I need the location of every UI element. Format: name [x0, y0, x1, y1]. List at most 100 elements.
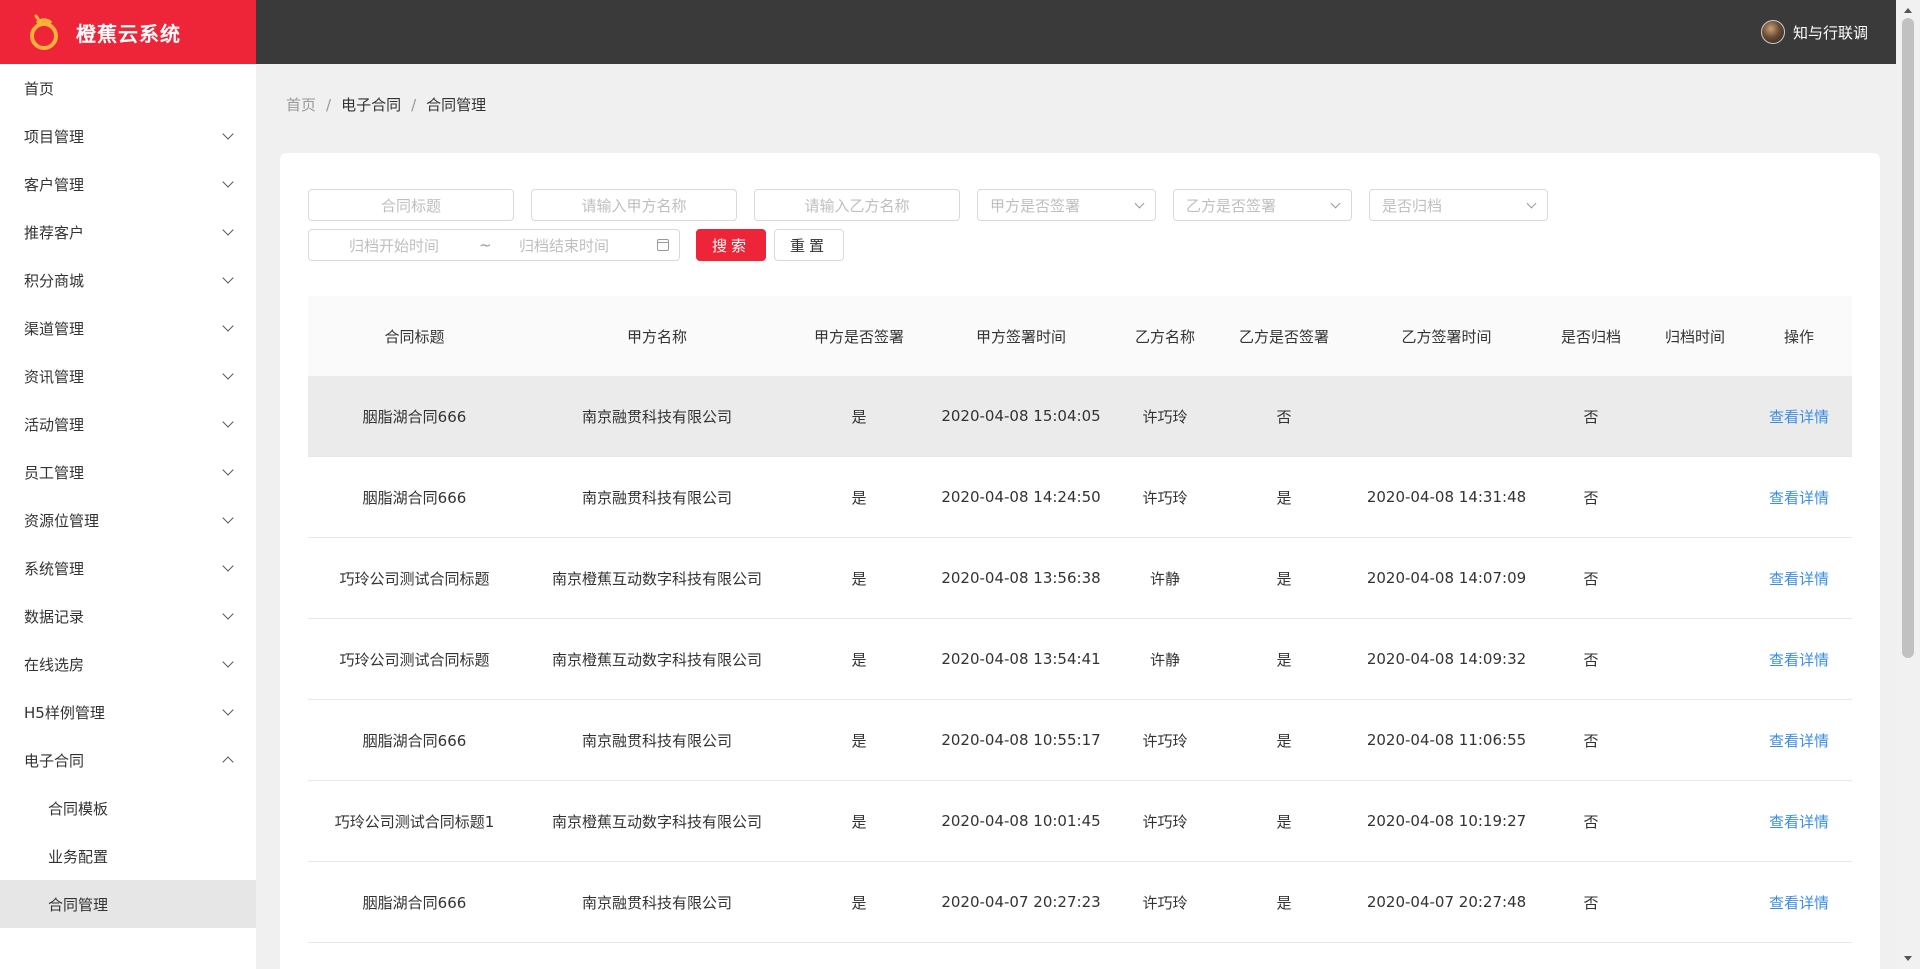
- view-details-link[interactable]: 查看详情: [1769, 813, 1829, 831]
- table-cell: 是: [1276, 893, 1292, 912]
- sidebar-item-label: 首页: [24, 79, 55, 98]
- avatar[interactable]: [1760, 20, 1785, 44]
- column-header: 乙方名称: [1134, 327, 1195, 346]
- scrollbar-thumb[interactable]: [1902, 18, 1914, 658]
- table-row: 胭脂湖合同666 南京融贯科技有限公司 是 2020-04-08 10:55:17 许巧…: [308, 700, 1852, 781]
- table-cell: 巧玲公司测试合同标题1: [334, 812, 495, 831]
- sidebar-item[interactable]: 系统管理: [0, 544, 256, 592]
- user-name[interactable]: 知与行联调: [1793, 22, 1868, 43]
- archived-select[interactable]: 是否归档: [1369, 189, 1548, 221]
- sidebar-item[interactable]: 推荐客户: [0, 208, 256, 256]
- contract-title-input[interactable]: 合同标题: [308, 189, 514, 221]
- chevron-down-icon: [222, 512, 234, 524]
- scroll-down-icon[interactable]: [1904, 956, 1912, 961]
- sidebar-item[interactable]: 数据记录: [0, 592, 256, 640]
- column-header: 是否归档: [1560, 327, 1621, 346]
- orange-logo-icon: [30, 14, 58, 50]
- party-b-name-placeholder: 请输入乙方名称: [804, 196, 910, 215]
- page-scrollbar[interactable]: [1896, 0, 1920, 969]
- party-a-signed-placeholder: 甲方是否签署: [990, 196, 1081, 215]
- column-header: 归档时间: [1664, 327, 1725, 346]
- sidebar-item[interactable]: 资源位管理: [0, 496, 256, 544]
- table-cell: 2020-04-08 10:01:45: [941, 812, 1101, 830]
- table-cell: 查看详情: [1746, 649, 1852, 670]
- table-cell: 是: [851, 893, 867, 912]
- reset-button[interactable]: 重置: [774, 229, 844, 261]
- table-cell: 许巧玲: [1142, 812, 1188, 831]
- table-cell: 否: [1583, 488, 1599, 507]
- table-cell: 是: [1276, 569, 1292, 588]
- column-header: 操作: [1783, 327, 1814, 346]
- chevron-down-icon: [222, 368, 234, 380]
- table-row: 胭脂湖合同666 南京融贯科技有限公司 是 2020-04-07 20:27:23 许巧…: [308, 862, 1852, 943]
- sidebar-item-label: 电子合同: [24, 751, 85, 770]
- table-cell: 2020-04-08 15:04:05: [941, 407, 1101, 425]
- sidebar-subitem[interactable]: 合同模板: [0, 784, 256, 832]
- table-row: 巧玲公司测试合同标题 南京橙蕉互动数字科技有限公司 是 2020-04-08 13:5…: [308, 619, 1852, 700]
- table-cell: 查看详情: [1746, 406, 1852, 427]
- party-a-name-input[interactable]: 请输入甲方名称: [531, 189, 737, 221]
- view-details-link[interactable]: 查看详情: [1769, 894, 1829, 912]
- breadcrumb-home[interactable]: 首页: [286, 94, 316, 115]
- scroll-up-icon[interactable]: [1904, 8, 1912, 13]
- archive-start-placeholder: 归档开始时间: [349, 236, 440, 255]
- breadcrumb-level1[interactable]: 电子合同: [341, 94, 401, 115]
- sidebar-item[interactable]: 积分商城: [0, 256, 256, 304]
- view-details-link[interactable]: 查看详情: [1769, 408, 1829, 426]
- column-header: 乙方签署时间: [1401, 327, 1492, 346]
- table-cell: 是: [1276, 731, 1292, 750]
- breadcrumb-current: 合同管理: [426, 96, 487, 114]
- sidebar-item[interactable]: 渠道管理: [0, 304, 256, 352]
- user-menu[interactable]: 知与行联调: [1760, 20, 1868, 44]
- table-cell: 胭脂湖合同666: [362, 731, 467, 750]
- sidebar-item-label: 项目管理: [24, 127, 85, 146]
- view-details-link[interactable]: 查看详情: [1769, 570, 1829, 588]
- sidebar-subitem[interactable]: 合同管理: [0, 880, 256, 928]
- search-button[interactable]: 搜索: [696, 229, 766, 261]
- sidebar-item[interactable]: 活动管理: [0, 400, 256, 448]
- table-cell: 胭脂湖合同666: [362, 893, 467, 912]
- chevron-down-icon: [222, 224, 234, 236]
- party-b-name-input[interactable]: 请输入乙方名称: [754, 189, 960, 221]
- party-b-signed-select[interactable]: 乙方是否签署: [1173, 189, 1352, 221]
- chevron-down-icon: [222, 272, 234, 284]
- chevron-down-icon: [222, 176, 234, 188]
- chevron-down-icon: [1526, 198, 1537, 209]
- view-details-link[interactable]: 查看详情: [1769, 489, 1829, 507]
- sidebar-subitem[interactable]: 业务配置: [0, 832, 256, 880]
- sidebar-item[interactable]: 客户管理: [0, 160, 256, 208]
- party-b-signed-placeholder: 乙方是否签署: [1186, 196, 1277, 215]
- sidebar-item[interactable]: 在线选房: [0, 640, 256, 688]
- sidebar-item[interactable]: 员工管理: [0, 448, 256, 496]
- table-cell: 否: [1276, 407, 1292, 426]
- table-cell: 查看详情: [1746, 730, 1852, 751]
- table-row: 巧玲公司测试合同标题1 南京橙蕉互动数字科技有限公司 是 2020-04-08 10:…: [308, 781, 1852, 862]
- table-cell: 否: [1583, 893, 1599, 912]
- contract-title-placeholder: 合同标题: [380, 196, 441, 215]
- chevron-down-icon: [222, 416, 234, 428]
- table-row: 胭脂湖合同666 南京融贯科技有限公司 是 2020-04-08 15:04:05 许巧…: [308, 376, 1852, 457]
- sidebar-item[interactable]: 电子合同: [0, 736, 256, 784]
- sidebar-item-label: H5样例管理: [24, 703, 105, 722]
- archive-date-range-picker[interactable]: 归档开始时间 ~ 归档结束时间: [308, 229, 680, 261]
- sidebar-item[interactable]: H5样例管理: [0, 688, 256, 736]
- chevron-down-icon: [222, 656, 234, 668]
- sidebar-item[interactable]: 首页: [0, 64, 256, 112]
- table-cell: 2020-04-08 13:54:41: [941, 650, 1101, 668]
- table-cell: 查看详情: [1746, 568, 1852, 589]
- table-cell: 是: [851, 488, 867, 507]
- party-a-signed-select[interactable]: 甲方是否签署: [977, 189, 1156, 221]
- table-cell: 否: [1583, 812, 1599, 831]
- sidebar-item-label: 资讯管理: [24, 367, 85, 386]
- view-details-link[interactable]: 查看详情: [1769, 732, 1829, 750]
- chevron-up-icon: [222, 756, 234, 768]
- sidebar-item-label: 系统管理: [24, 559, 85, 578]
- table-cell: 否: [1583, 650, 1599, 669]
- view-details-link[interactable]: 查看详情: [1769, 651, 1829, 669]
- sidebar-item[interactable]: 资讯管理: [0, 352, 256, 400]
- table-cell: 南京橙蕉互动数字科技有限公司: [551, 812, 762, 831]
- chevron-down-icon: [1134, 198, 1145, 209]
- table-cell: 许巧玲: [1142, 488, 1188, 507]
- sidebar-item[interactable]: 项目管理: [0, 112, 256, 160]
- table-cell: 查看详情: [1746, 892, 1852, 913]
